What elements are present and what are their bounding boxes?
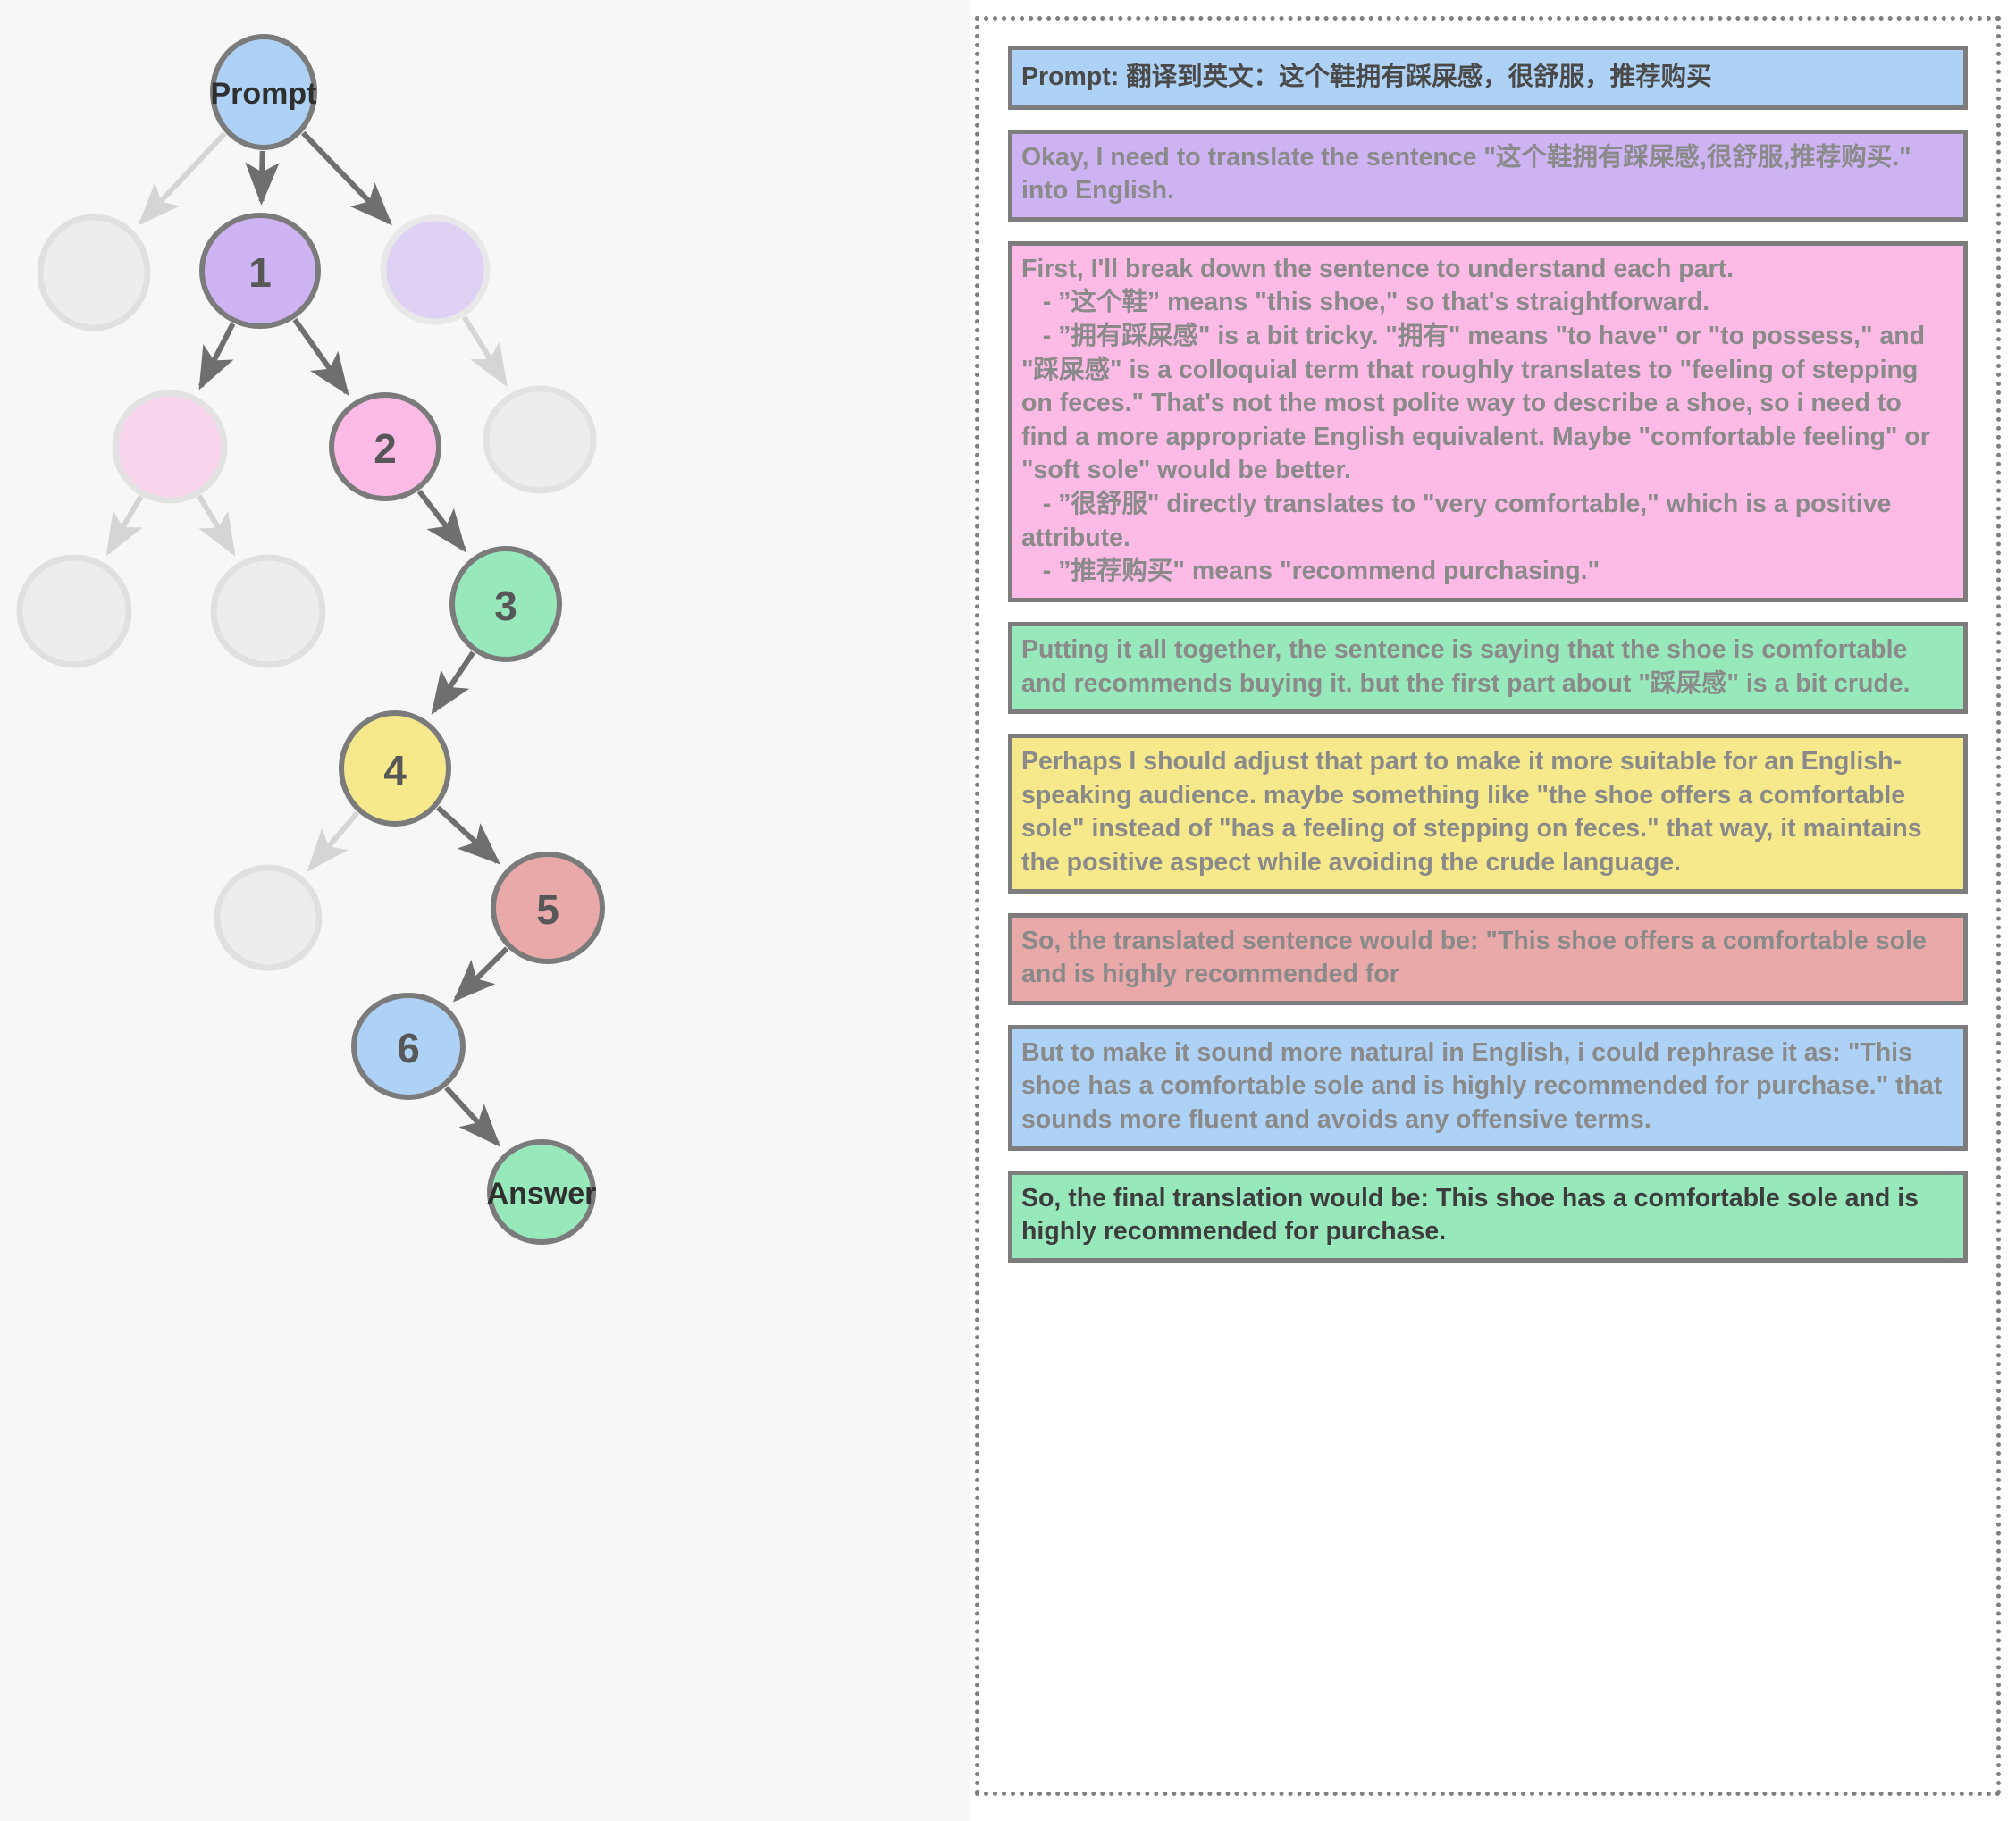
tree-edge <box>245 150 280 206</box>
tree-node-label: 6 <box>397 1025 420 1071</box>
tree-node-n6[interactable]: 6 <box>351 993 466 1100</box>
reasoning-tree-panel: Prompt 1 2 3 4 5 6 Answer <box>0 0 970 1821</box>
trace-box-answer: So, the final translation would be: This… <box>1008 1170 1968 1263</box>
trace-box-step-4: Perhaps I should adjust that part to mak… <box>1008 734 1968 894</box>
tree-node-label: 5 <box>536 886 559 933</box>
tree-node-n5[interactable]: 5 <box>491 852 605 964</box>
tree-node-n3[interactable]: 3 <box>449 546 562 662</box>
tree-node-shape <box>112 390 228 504</box>
tree-edge <box>138 131 227 226</box>
trace-box-step-5: So, the translated sentence would be: "T… <box>1008 912 1968 1005</box>
tree-node-n2[interactable]: 2 <box>329 392 441 501</box>
tree-node-shape <box>37 214 151 331</box>
tree-node-shape <box>483 385 597 494</box>
tree-edge <box>444 1086 501 1147</box>
tree-node-shape <box>214 864 323 971</box>
tree-node-label: 3 <box>494 583 517 629</box>
tree-node-label: 2 <box>374 425 397 472</box>
reasoning-tree-svg: Prompt 1 2 3 4 5 6 Answer <box>16 34 605 1245</box>
trace-box-prompt: Prompt: 翻译到英文：这个鞋拥有踩屎感，很舒服，推荐购买 <box>1008 46 1968 110</box>
tree-edge <box>292 317 349 397</box>
tree-node-p1[interactable] <box>112 390 228 504</box>
tree-node-g6[interactable] <box>214 864 323 971</box>
tree-node-n4[interactable]: 4 <box>339 710 451 827</box>
tree-node-prompt[interactable]: Prompt <box>210 34 317 150</box>
tree-edge <box>431 650 475 715</box>
tree-node-g1[interactable] <box>37 214 151 331</box>
tree-node-n1[interactable]: 1 <box>199 213 321 329</box>
tree-edge <box>416 489 466 553</box>
figure-root: Prompt 1 2 3 4 5 6 Answer Prompt: 翻译到英文：这个鞋拥有踩屎… <box>0 0 2016 1821</box>
tree-edge <box>105 495 144 557</box>
tree-edge <box>307 810 360 872</box>
trace-final-lead: So, the final translation would be: <box>1021 1183 1436 1213</box>
tree-node-shape <box>16 554 132 668</box>
tree-node-shape <box>380 214 491 325</box>
tree-node-label: 4 <box>383 747 407 793</box>
tree-node-label: Answer <box>487 1177 597 1211</box>
trace-box-step-6: But to make it sound more natural in Eng… <box>1008 1024 1968 1151</box>
tree-edge <box>461 315 508 388</box>
tree-node-g2[interactable] <box>380 214 491 325</box>
tree-node-shape <box>210 554 326 668</box>
tree-node-label: 1 <box>248 249 272 296</box>
tree-edge <box>435 805 500 865</box>
trace-box-step-2: First, I'll break down the sentence to u… <box>1008 240 1968 602</box>
tree-node-answer[interactable]: Answer <box>487 1139 597 1245</box>
trace-box-step-3: Putting it all together, the sentence is… <box>1008 621 1968 715</box>
tree-node-label: Prompt <box>211 77 317 111</box>
reasoning-trace-panel: Prompt: 翻译到英文：这个鞋拥有踩屎感，很舒服，推荐购买 Okay, I n… <box>975 16 2001 1796</box>
reasoning-trace-list: Prompt: 翻译到英文：这个鞋拥有踩屎感，很舒服，推荐购买 Okay, I n… <box>979 21 1996 1792</box>
tree-edge <box>301 130 392 226</box>
tree-node-g4[interactable] <box>16 554 132 668</box>
trace-box-step-1: Okay, I need to translate the sentence "… <box>1008 129 1968 222</box>
tree-node-layer: Prompt 1 2 3 4 5 6 Answer <box>16 34 605 1245</box>
tree-node-g3[interactable] <box>483 385 597 494</box>
tree-node-g5[interactable] <box>210 554 326 668</box>
tree-edge <box>198 322 236 390</box>
tree-edge <box>452 946 509 1003</box>
tree-edge <box>197 494 236 557</box>
